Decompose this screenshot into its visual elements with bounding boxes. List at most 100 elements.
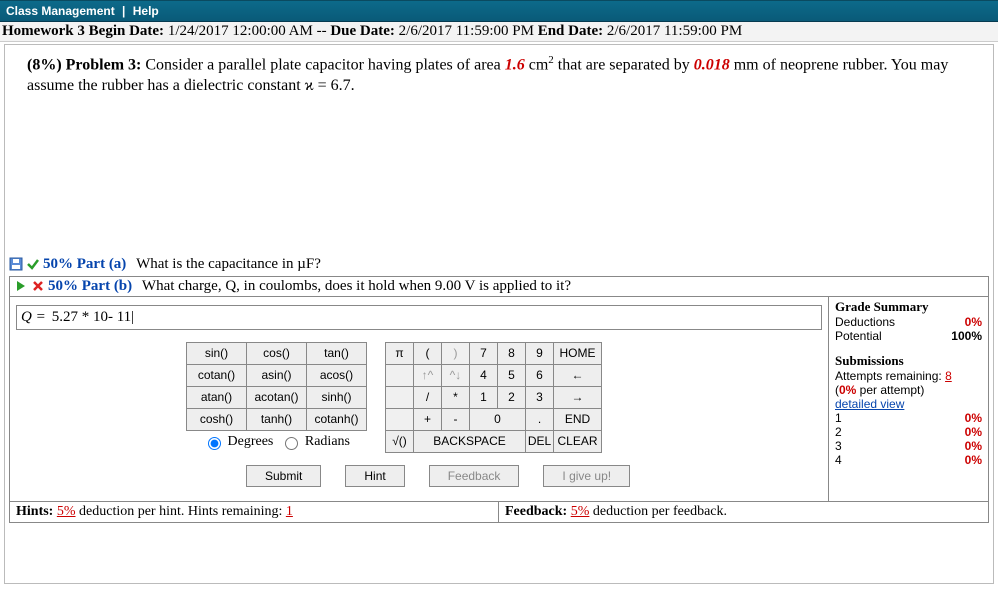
degrees-option[interactable]: Degrees (203, 434, 273, 449)
nav-help[interactable]: Help (133, 4, 159, 18)
attempt-2-n: 2 (835, 425, 842, 439)
attempt-3-v: 0% (965, 439, 982, 453)
hint-button[interactable]: Hint (345, 465, 404, 487)
key-clear[interactable]: CLEAR (554, 430, 602, 452)
attempts-remaining-value: 8 (945, 369, 952, 383)
detailed-view-link[interactable]: detailed view (835, 397, 982, 411)
problem-statement: (8%) Problem 3: Consider a parallel plat… (5, 45, 993, 105)
key-mul[interactable]: * (442, 386, 470, 408)
submit-button[interactable]: Submit (246, 465, 321, 487)
problem-label: Problem 3: (66, 56, 142, 73)
feedback-button[interactable]: Feedback (429, 465, 520, 487)
key-tanh[interactable]: tanh() (247, 408, 307, 430)
attempt-4-v: 0% (965, 453, 982, 467)
key-left[interactable]: ← (554, 364, 602, 386)
key-acotan[interactable]: acotan() (247, 386, 307, 408)
deductions-value: 0% (965, 315, 982, 329)
answer-var: Q = (21, 309, 46, 326)
key-0[interactable]: 0 (470, 408, 526, 430)
key-1[interactable]: 1 (470, 386, 498, 408)
hw-due-label: Due Date: (330, 23, 395, 39)
key-6[interactable]: 6 (526, 364, 554, 386)
radians-radio[interactable] (285, 437, 298, 450)
hints-remaining: 1 (286, 504, 293, 519)
angle-mode-row: Degrees Radians (187, 430, 367, 452)
key-dot[interactable]: . (526, 408, 554, 430)
key-asin[interactable]: asin() (247, 364, 307, 386)
part-b-text: What charge, Q, in coulombs, does it hol… (142, 278, 571, 295)
hw-begin-value: 1/24/2017 12:00:00 AM (168, 23, 313, 39)
x-icon (31, 279, 45, 293)
radians-option[interactable]: Radians (280, 434, 350, 449)
key-7[interactable]: 7 (470, 342, 498, 364)
part-a-label: 50% Part (a) (43, 256, 126, 273)
key-end[interactable]: END (554, 408, 602, 430)
submissions-head: Submissions (835, 353, 982, 369)
key-blank2 (386, 386, 414, 408)
key-5[interactable]: 5 (498, 364, 526, 386)
giveup-button[interactable]: I give up! (543, 465, 630, 487)
key-4[interactable]: 4 (470, 364, 498, 386)
function-keypad: sin() cos() tan() cotan() asin() acos() … (186, 342, 367, 453)
key-upcaret[interactable]: ↑^ (414, 364, 442, 386)
problem-pct: (8%) (27, 56, 62, 73)
key-blank1 (386, 364, 414, 386)
key-minus[interactable]: - (442, 408, 470, 430)
key-backspace[interactable]: BACKSPACE (414, 430, 526, 452)
key-del[interactable]: DEL (526, 430, 554, 452)
problem-panel: (8%) Problem 3: Consider a parallel plat… (4, 44, 994, 584)
number-keypad: π ( ) 7 8 9 HOME ↑^ ^↓ (385, 342, 602, 453)
key-tan[interactable]: tan() (307, 342, 367, 364)
part-a-row: 50% Part (a) What is the capacitance in … (5, 255, 993, 274)
work-panel: Q = sin() cos() tan() cotan() (10, 297, 988, 501)
key-cotanh[interactable]: cotanh() (307, 408, 367, 430)
key-plus[interactable]: + (414, 408, 442, 430)
attempt-2-v: 0% (965, 425, 982, 439)
key-rparen[interactable]: ) (442, 342, 470, 364)
part-b-area: 50% Part (b) What charge, Q, in coulombs… (9, 276, 989, 523)
per-attempt: (0% per attempt) (835, 383, 982, 397)
nav-sep: | (122, 4, 125, 18)
key-sinh[interactable]: sinh() (307, 386, 367, 408)
hw-begin-label: Homework 3 Begin Date: (2, 23, 164, 39)
attempt-3-n: 3 (835, 439, 842, 453)
key-sqrt[interactable]: √() (386, 430, 414, 452)
key-acos[interactable]: acos() (307, 364, 367, 386)
problem-text3: that are separated by (554, 56, 694, 73)
answer-input[interactable] (50, 308, 817, 327)
key-cos[interactable]: cos() (247, 342, 307, 364)
potential-value: 100% (951, 329, 982, 343)
key-atan[interactable]: atan() (187, 386, 247, 408)
disk-icon (9, 257, 23, 271)
part-a-text: What is the capacitance in µF? (136, 256, 321, 273)
key-home[interactable]: HOME (554, 342, 602, 364)
feedback-info: Feedback: 5% deduction per feedback. (499, 502, 988, 522)
key-cosh[interactable]: cosh() (187, 408, 247, 430)
key-3[interactable]: 3 (526, 386, 554, 408)
key-pi[interactable]: π (386, 342, 414, 364)
hw-due-value: 2/6/2017 11:59:00 PM (399, 23, 534, 39)
key-8[interactable]: 8 (498, 342, 526, 364)
grade-sidebar: Grade Summary Deductions0% Potential100%… (828, 297, 988, 501)
degrees-radio[interactable] (208, 437, 221, 450)
key-div[interactable]: / (414, 386, 442, 408)
play-icon (14, 279, 28, 293)
hw-end-value: 2/6/2017 11:59:00 PM (607, 23, 742, 39)
key-right[interactable]: → (554, 386, 602, 408)
key-blank3 (386, 408, 414, 430)
attempts-remaining: Attempts remaining: 8 (835, 369, 982, 383)
hints-feedback-bar: Hints: 5% deduction per hint. Hints rema… (10, 501, 988, 522)
key-sin[interactable]: sin() (187, 342, 247, 364)
attempt-4-n: 4 (835, 453, 842, 467)
key-2[interactable]: 2 (498, 386, 526, 408)
problem-dist: 0.018 (694, 56, 730, 73)
key-lparen[interactable]: ( (414, 342, 442, 364)
answer-box[interactable]: Q = (16, 305, 822, 330)
key-9[interactable]: 9 (526, 342, 554, 364)
hw-sep: -- (317, 23, 327, 39)
key-cotan[interactable]: cotan() (187, 364, 247, 386)
attempt-1-n: 1 (835, 411, 842, 425)
nav-class-mgmt[interactable]: Class Management (6, 4, 115, 18)
key-downcaret[interactable]: ^↓ (442, 364, 470, 386)
deductions-label: Deductions (835, 315, 895, 329)
